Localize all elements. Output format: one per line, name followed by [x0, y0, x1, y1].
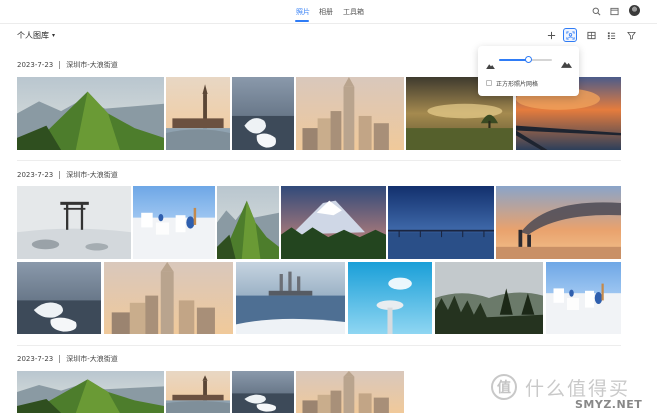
- library-dropdown[interactable]: 个人图库 ▾: [17, 30, 55, 41]
- photo-thumbnail[interactable]: [546, 262, 621, 334]
- separator: [59, 355, 61, 363]
- photo-thumbnail[interactable]: [281, 186, 386, 259]
- photo-thumbnail[interactable]: [17, 371, 164, 413]
- photo-thumbnail[interactable]: [133, 186, 215, 259]
- photo-thumbnail[interactable]: [236, 262, 345, 334]
- face-scan-icon[interactable]: [563, 28, 577, 42]
- zoom-slider[interactable]: [499, 56, 552, 63]
- zoom-slider-thumb[interactable]: [525, 56, 533, 63]
- user-avatar[interactable]: [629, 5, 640, 16]
- active-tab-indicator: [295, 20, 309, 22]
- photo-thumbnail[interactable]: [17, 262, 101, 334]
- photo-thumbnail[interactable]: [296, 77, 404, 150]
- section-date: 2023-7-23: [17, 355, 54, 363]
- library-label: 个人图库: [17, 31, 49, 40]
- top-nav-bar: 照片 相册 工具箱: [0, 0, 657, 24]
- section-divider: [17, 345, 621, 346]
- watermark-url: SMYZ.NET: [575, 398, 643, 411]
- filter-icon[interactable]: [624, 28, 638, 42]
- photo-thumbnail[interactable]: [435, 262, 543, 334]
- section-date: 2023-7-23: [17, 61, 54, 69]
- section-header: 2023-7-23 深圳市-大浪街道: [17, 354, 118, 364]
- watermark-logo: 值: [491, 374, 517, 400]
- photo-thumbnail[interactable]: [348, 262, 432, 334]
- grid-size-popover: 正方形照片网格: [478, 46, 579, 96]
- add-icon[interactable]: [544, 28, 558, 42]
- photo-thumbnail[interactable]: [232, 77, 294, 150]
- photo-thumbnail[interactable]: [296, 371, 404, 413]
- section-location: 深圳市-大浪街道: [66, 171, 118, 179]
- section-location: 深圳市-大浪街道: [66, 61, 118, 69]
- section-header: 2023-7-23 深圳市-大浪街道: [17, 170, 118, 180]
- large-mountain-icon[interactable]: [561, 53, 572, 72]
- photo-thumbnail[interactable]: [496, 186, 621, 259]
- photo-thumbnail[interactable]: [166, 77, 230, 150]
- photo-thumbnail[interactable]: [17, 186, 131, 259]
- photo-thumbnail[interactable]: [17, 77, 164, 150]
- watermark-text: 什么值得买: [525, 378, 631, 400]
- grid-icon[interactable]: [584, 28, 598, 42]
- search-icon[interactable]: [591, 6, 601, 16]
- photo-thumbnail[interactable]: [388, 186, 494, 259]
- separator: [59, 61, 61, 69]
- photo-thumbnail[interactable]: [217, 186, 279, 259]
- section-date: 2023-7-23: [17, 171, 54, 179]
- square-grid-checkbox[interactable]: [486, 80, 492, 86]
- square-grid-label: 正方形照片网格: [496, 81, 539, 88]
- tab-albums[interactable]: 相册: [319, 7, 333, 17]
- tab-photos[interactable]: 照片: [296, 7, 310, 17]
- list-icon[interactable]: [604, 28, 618, 42]
- section-location: 深圳市-大浪街道: [66, 355, 118, 363]
- tab-toolbox[interactable]: 工具箱: [343, 7, 364, 17]
- caret-down-icon: ▾: [52, 32, 56, 39]
- window-icon[interactable]: [609, 6, 619, 16]
- watermark: 值 什么值得买 SMYZ.NET: [487, 370, 657, 413]
- photo-thumbnail[interactable]: [104, 262, 233, 334]
- small-mountain-icon[interactable]: [486, 54, 495, 73]
- zoom-slider-fill: [499, 59, 529, 61]
- section-header: 2023-7-23 深圳市-大浪街道: [17, 60, 118, 70]
- photo-thumbnail[interactable]: [166, 371, 230, 413]
- photo-thumbnail[interactable]: [232, 371, 294, 413]
- section-divider: [17, 160, 621, 161]
- separator: [59, 171, 61, 179]
